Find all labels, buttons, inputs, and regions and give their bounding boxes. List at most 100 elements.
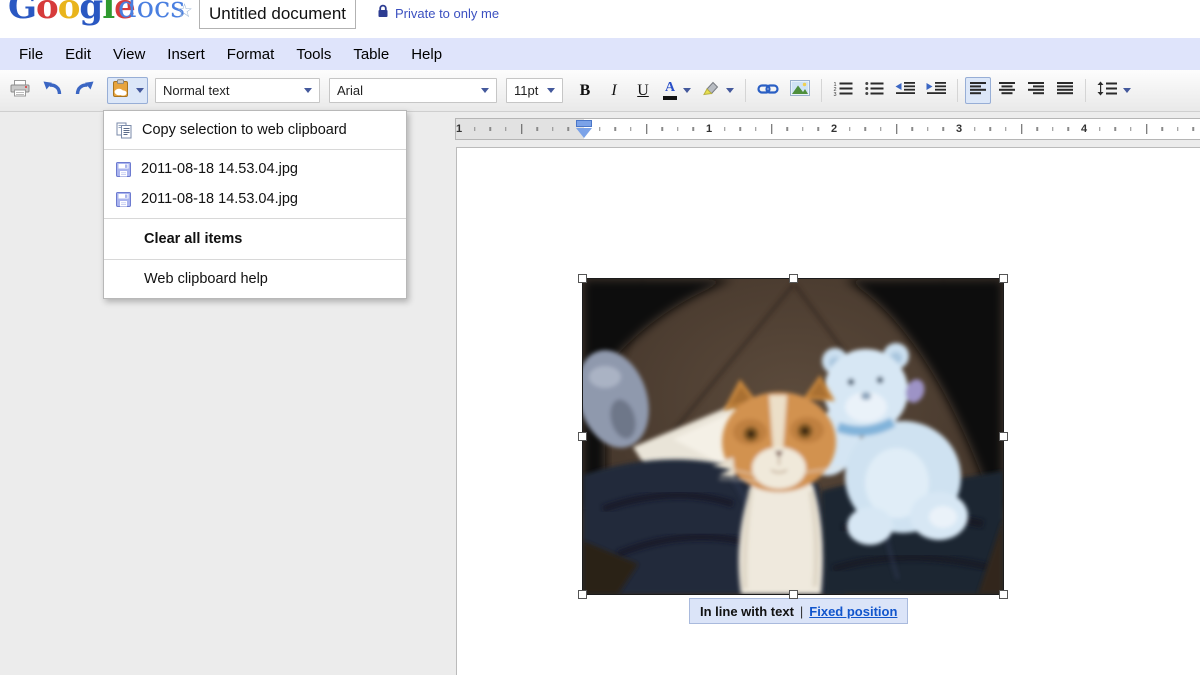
resize-handle-top-middle[interactable] (789, 274, 798, 283)
ruler-tick (896, 124, 898, 134)
menu-view[interactable]: View (102, 40, 156, 69)
highlight-color-button[interactable] (698, 77, 738, 104)
undo-icon (41, 80, 63, 101)
ruler-number: 3 (956, 123, 962, 135)
bullet-list-icon (864, 81, 884, 101)
ruler-tick (943, 127, 945, 131)
menu-table[interactable]: Table (342, 40, 400, 69)
decrease-indent-button[interactable] (891, 77, 919, 104)
resize-handle-top-left[interactable] (578, 274, 587, 283)
ruler-tick (568, 127, 570, 131)
resize-handle-middle-right[interactable] (999, 432, 1008, 441)
ruler-strip[interactable]: 11234 (455, 118, 1200, 140)
resize-handle-middle-left[interactable] (578, 432, 587, 441)
ruler-tick (1115, 127, 1117, 131)
font-size-select[interactable]: 11pt (506, 78, 563, 103)
ruler-tick (536, 127, 538, 131)
web-clipboard-button[interactable] (107, 77, 148, 104)
resize-handle-bottom-right[interactable] (999, 590, 1008, 599)
underline-button[interactable]: U (630, 77, 656, 104)
resize-handle-bottom-middle[interactable] (789, 590, 798, 599)
bullet-list-button[interactable] (860, 77, 888, 104)
ruler-number: 4 (1081, 123, 1087, 135)
indent-marker[interactable] (575, 120, 593, 138)
web-clipboard-dropdown-arrow (136, 88, 144, 93)
line-spacing-button[interactable] (1093, 77, 1135, 104)
clipboard-file-item[interactable]: 2011-08-18 14.53.04.jpg (104, 184, 406, 214)
web-clipboard-icon (111, 79, 130, 103)
increase-indent-button[interactable] (922, 77, 950, 104)
insert-image-button[interactable] (786, 77, 814, 104)
ruler-tick (630, 127, 632, 131)
ruler-tick (474, 127, 476, 131)
image-position-toolbar: In line with text | Fixed position (689, 598, 908, 624)
ruler-tick (521, 124, 523, 134)
ruler-tick (1052, 127, 1054, 131)
web-clipboard-help-menu-item[interactable]: Web clipboard help (104, 260, 406, 298)
chevron-down-icon (304, 88, 312, 93)
resize-handle-top-right[interactable] (999, 274, 1008, 283)
chevron-down-icon (726, 88, 734, 93)
align-left-button[interactable] (965, 77, 991, 104)
ruler-tick (990, 127, 992, 131)
decrease-indent-icon (895, 81, 915, 100)
ruler-number: 1 (456, 123, 462, 135)
menu-tools[interactable]: Tools (285, 40, 342, 69)
ruler-tick (724, 127, 726, 131)
text-color-button[interactable]: A (659, 77, 695, 104)
increase-indent-icon (926, 81, 946, 100)
ruler-tick (786, 127, 788, 131)
ruler-tick (693, 127, 695, 131)
app-header: Google docs ☆ Untitled document Private … (0, 0, 1200, 38)
clear-all-items-menu-item[interactable]: Clear all items (104, 219, 406, 260)
document-title-input[interactable]: Untitled document (199, 0, 356, 29)
selected-image[interactable] (583, 279, 1003, 594)
ruler-tick (771, 124, 773, 134)
menu-edit[interactable]: Edit (54, 40, 102, 69)
align-center-button[interactable] (994, 77, 1020, 104)
star-icon[interactable]: ☆ (176, 0, 193, 23)
ruler-tick (927, 127, 929, 131)
google-logo: Google (8, 0, 135, 27)
first-line-indent-handle[interactable] (576, 120, 592, 127)
ruler-tick (1177, 127, 1179, 131)
ruler-tick (849, 127, 851, 131)
redo-icon (74, 80, 96, 101)
clipboard-file-item[interactable]: 2011-08-18 14.53.04.jpg (104, 154, 406, 184)
copy-selection-menu-item[interactable]: Copy selection to web clipboard (104, 111, 406, 149)
undo-button[interactable] (37, 77, 67, 104)
bold-button[interactable]: B (572, 77, 598, 104)
justify-button[interactable] (1052, 77, 1078, 104)
ruler-tick (911, 127, 913, 131)
text-color-icon: A (663, 81, 677, 100)
font-family-select[interactable]: Arial (329, 78, 497, 103)
web-clipboard-menu: Copy selection to web clipboard 2011-08-… (103, 110, 407, 299)
align-center-icon (998, 81, 1016, 100)
numbered-list-icon: 123 (833, 81, 853, 101)
ruler-tick (865, 127, 867, 131)
paragraph-style-select[interactable]: Normal text (155, 78, 320, 103)
numbered-list-button[interactable]: 123 (829, 77, 857, 104)
menu-format[interactable]: Format (216, 40, 286, 69)
menu-file[interactable]: File (8, 40, 54, 69)
fixed-position-link[interactable]: Fixed position (809, 604, 897, 619)
ruler-tick (818, 127, 820, 131)
ruler-tick (1021, 124, 1023, 134)
italic-button[interactable]: I (601, 77, 627, 104)
inline-with-text-option[interactable]: In line with text (700, 604, 794, 619)
menu-insert[interactable]: Insert (156, 40, 216, 69)
ruler-tick (677, 127, 679, 131)
clipboard-files-group: 2011-08-18 14.53.04.jpg 2011-08-18 14.53… (104, 149, 406, 219)
chevron-down-icon (481, 88, 489, 93)
redo-button[interactable] (70, 77, 100, 104)
menu-help[interactable]: Help (400, 40, 453, 69)
privacy-label: Private to only me (395, 6, 499, 21)
left-indent-handle[interactable] (576, 128, 592, 138)
resize-handle-bottom-left[interactable] (578, 590, 587, 599)
link-icon (757, 82, 779, 100)
align-right-button[interactable] (1023, 77, 1049, 104)
insert-link-button[interactable] (753, 77, 783, 104)
lock-icon (377, 4, 389, 23)
line-spacing-icon (1097, 81, 1117, 101)
print-button[interactable] (6, 77, 34, 104)
